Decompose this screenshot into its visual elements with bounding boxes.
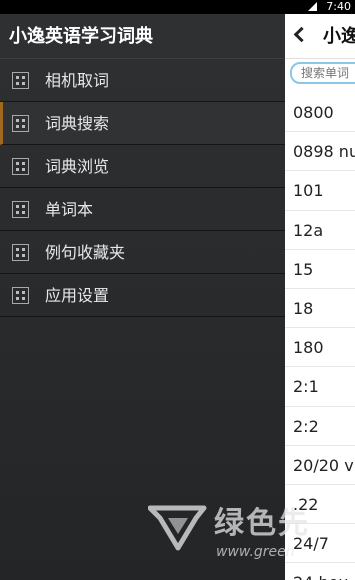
drawer-title: 小逸英语学习词典 bbox=[9, 26, 153, 47]
back-arrow-icon[interactable] bbox=[293, 26, 310, 43]
search-input[interactable] bbox=[290, 62, 355, 84]
word-list-item[interactable]: 2:1 bbox=[285, 367, 355, 407]
main-panel: 小逸 0800 0898 nu 101 12a 15 18 180 2:1 2:… bbox=[285, 14, 355, 580]
drawer-menu: 相机取词 词典搜索 词典浏览 单词本 例句收藏夹 应用设置 bbox=[0, 59, 285, 317]
menu-item-app-settings[interactable]: 应用设置 bbox=[0, 274, 285, 317]
status-bar: 7:40 bbox=[0, 0, 355, 14]
word-list-item[interactable]: 0898 nu bbox=[285, 132, 355, 172]
menu-item-label: 应用设置 bbox=[45, 286, 110, 305]
word-list-item[interactable]: 12a bbox=[285, 211, 355, 250]
word-list-item[interactable]: 15 bbox=[285, 250, 355, 289]
word-list-item[interactable]: 0800 bbox=[285, 93, 355, 133]
grid-icon bbox=[12, 72, 29, 89]
menu-item-label: 例句收藏夹 bbox=[45, 243, 126, 262]
menu-item-camera-lookup[interactable]: 相机取词 bbox=[0, 59, 285, 102]
word-list-item[interactable]: 24 hou bbox=[285, 563, 355, 580]
word-list: 0800 0898 nu 101 12a 15 18 180 2:1 2:2 2… bbox=[285, 93, 355, 580]
word-list-item[interactable]: 18 bbox=[285, 289, 355, 329]
main-title: 小逸 bbox=[323, 26, 355, 47]
menu-item-label: 词典搜索 bbox=[45, 114, 110, 133]
word-list-item[interactable]: 180 bbox=[285, 328, 355, 368]
menu-item-dictionary-search[interactable]: 词典搜索 bbox=[0, 102, 285, 145]
navigation-drawer: 小逸英语学习词典 相机取词 词典搜索 词典浏览 单词本 例句收藏夹 应用设置 bbox=[0, 14, 285, 580]
grid-icon bbox=[12, 115, 29, 132]
status-time: 7:40 bbox=[326, 0, 351, 13]
signal-icon bbox=[308, 2, 317, 11]
menu-item-label: 相机取词 bbox=[45, 71, 110, 90]
word-list-item[interactable]: 20/20 v bbox=[285, 446, 355, 485]
menu-item-dictionary-browse[interactable]: 词典浏览 bbox=[0, 145, 285, 188]
grid-icon bbox=[12, 287, 29, 304]
drawer-header: 小逸英语学习词典 bbox=[0, 14, 285, 59]
menu-item-label: 词典浏览 bbox=[45, 157, 110, 176]
word-list-item[interactable]: 101 bbox=[285, 171, 355, 211]
word-list-item[interactable]: .22 bbox=[285, 485, 355, 525]
grid-icon bbox=[12, 201, 29, 218]
menu-item-wordbook[interactable]: 单词本 bbox=[0, 188, 285, 231]
menu-item-label: 单词本 bbox=[45, 200, 94, 219]
menu-item-sentence-favorites[interactable]: 例句收藏夹 bbox=[0, 231, 285, 274]
main-header: 小逸 bbox=[285, 14, 355, 59]
grid-icon bbox=[12, 244, 29, 261]
word-list-item[interactable]: 2:2 bbox=[285, 407, 355, 446]
grid-icon bbox=[12, 158, 29, 175]
word-list-item[interactable]: 24/7 bbox=[285, 524, 355, 564]
